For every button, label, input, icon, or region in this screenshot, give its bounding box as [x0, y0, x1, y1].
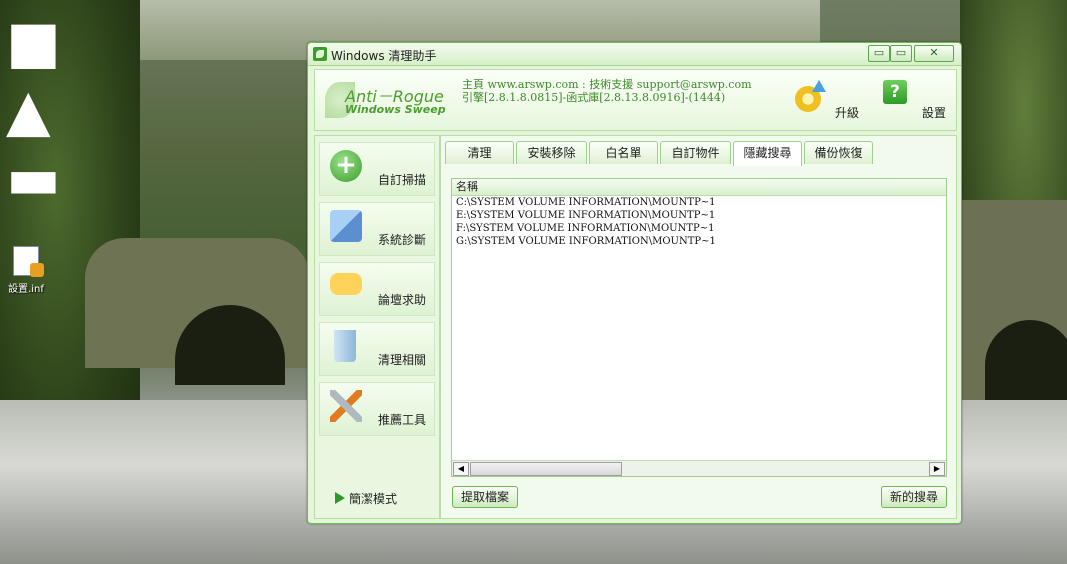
diagnose-icon — [330, 210, 362, 242]
app-icon — [313, 47, 327, 61]
maximize-button[interactable]: ▭ — [890, 45, 912, 62]
tools-icon — [330, 390, 362, 422]
settings-button[interactable]: ? 設置 — [881, 78, 951, 124]
sidebar-item-forum-help[interactable]: 論壇求助 — [319, 262, 435, 316]
bridge-arch-right — [985, 320, 1067, 410]
list-item[interactable]: G:\SYSTEM VOLUME INFORMATION\MOUNTP~1 — [452, 235, 946, 248]
new-search-button[interactable]: 新的搜尋 — [880, 486, 947, 508]
sidebar-item-system-diagnose[interactable]: 系統診斷 — [319, 202, 435, 256]
scroll-right-icon[interactable]: ▶ — [929, 462, 945, 476]
simple-mode-label: 簡潔模式 — [349, 492, 398, 506]
plus-icon: + — [330, 150, 362, 182]
sidebar-item-label: 自訂掃描 — [377, 173, 426, 187]
desktop-glyphs: ■ ▲ ▬ — [6, 10, 61, 214]
list-item[interactable]: F:\SYSTEM VOLUME INFORMATION\MOUNTP~1 — [452, 222, 946, 235]
upgrade-label: 升級 — [835, 106, 860, 120]
tab-clean[interactable]: 清理 — [445, 141, 514, 164]
arrow-up-icon — [812, 80, 826, 92]
list-item[interactable]: E:\SYSTEM VOLUME INFORMATION\MOUNTP~1 — [452, 209, 946, 222]
column-header-name[interactable]: 名稱 — [452, 179, 946, 196]
sidebar: + 自訂掃描 系統診斷 論壇求助 清理相關 推薦工具 簡潔模式 — [314, 135, 440, 519]
desktop-glyph: ▲ — [6, 76, 51, 144]
sidebar-item-label: 推薦工具 — [377, 413, 426, 427]
horizontal-scrollbar[interactable]: ◀ ▶ — [452, 460, 946, 476]
scroll-left-icon[interactable]: ◀ — [453, 462, 469, 476]
simple-mode-link[interactable]: 簡潔模式 — [335, 490, 398, 507]
tab-hidden-search[interactable]: 隱藏搜尋 — [733, 141, 802, 166]
sidebar-item-recommended-tools[interactable]: 推薦工具 — [319, 382, 435, 436]
upgrade-button[interactable]: 升級 — [790, 80, 860, 124]
settings-label: 設置 — [922, 106, 947, 120]
question-icon: ? — [883, 80, 907, 104]
close-button[interactable]: ✕ — [914, 45, 954, 62]
app-window: Windows 清理助手 ▭ ▭ ✕ Anti－Rogue Windows Sw… — [307, 42, 962, 524]
file-icon — [13, 246, 44, 277]
chat-icon — [330, 273, 362, 295]
sidebar-item-custom-scan[interactable]: + 自訂掃描 — [319, 142, 435, 196]
app-header: Anti－Rogue Windows Sweep 主頁 www.arswp.co… — [314, 69, 957, 131]
logo-subtitle: Windows Sweep — [345, 103, 446, 116]
app-info: 主頁 www.arswp.com : 技術支援 support@arswp.co… — [462, 78, 752, 104]
sidebar-item-label: 清理相關 — [377, 353, 426, 367]
arrow-right-icon — [335, 492, 345, 504]
window-title: Windows 清理助手 — [331, 49, 437, 63]
list-item[interactable]: C:\SYSTEM VOLUME INFORMATION\MOUNTP~1 — [452, 196, 946, 209]
tab-uninstall[interactable]: 安裝移除 — [516, 141, 587, 164]
homepage-support-text: 主頁 www.arswp.com : 技術支援 support@arswp.co… — [462, 78, 752, 91]
sidebar-item-label: 系統診斷 — [377, 233, 426, 247]
sidebar-item-cleanup[interactable]: 清理相關 — [319, 322, 435, 376]
tab-whitelist[interactable]: 白名單 — [589, 141, 658, 164]
results-list[interactable]: 名稱 C:\SYSTEM VOLUME INFORMATION\MOUNTP~1… — [451, 178, 947, 477]
tab-custom-objects[interactable]: 自訂物件 — [660, 141, 731, 164]
recycle-bin-icon — [334, 330, 356, 362]
minimize-button[interactable]: ▭ — [868, 45, 890, 62]
extract-file-button[interactable]: 提取檔案 — [452, 486, 519, 508]
sidebar-item-label: 論壇求助 — [377, 293, 426, 307]
desktop-icon-label: 設置.inf — [8, 284, 44, 295]
main-panel: 清理 安裝移除 白名單 自訂物件 隱藏搜尋 備份恢復 名稱 C:\SYSTEM … — [440, 135, 957, 519]
title-bar[interactable]: Windows 清理助手 ▭ ▭ ✕ — [308, 43, 961, 66]
desktop-glyph: ▬ — [6, 144, 61, 212]
desktop-icon-inf[interactable]: 設置.inf — [4, 246, 48, 295]
desktop-glyph: ■ — [6, 8, 61, 76]
engine-version-text: 引擎[2.8.1.8.0815]-函式庫[2.8.13.8.0916]-(144… — [462, 91, 726, 104]
scrollbar-thumb[interactable] — [470, 462, 622, 476]
logo: Anti－Rogue Windows Sweep — [325, 78, 446, 122]
tab-backup-restore[interactable]: 備份恢復 — [804, 141, 873, 164]
